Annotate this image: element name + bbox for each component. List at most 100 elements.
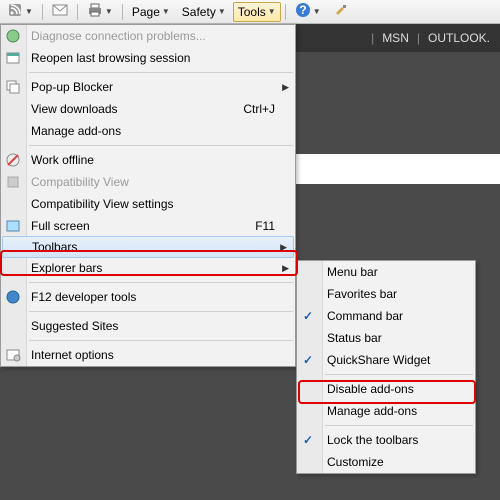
fullscreen-icon [5,218,21,234]
nav-separator: | [371,31,374,45]
submenu-arrow-icon: ▶ [282,263,289,274]
tools-label: Tools [238,5,266,19]
submenu-quickshare[interactable]: ✓ QuickShare Widget [297,349,475,371]
menu-manage-addons[interactable]: Manage add-ons [1,120,295,142]
submenu-lock-toolbars[interactable]: ✓ Lock the toolbars [297,429,475,451]
menu-label: Explorer bars [31,261,102,275]
menu-label: Reopen last browsing session [31,51,190,65]
mail-icon [52,2,68,21]
nav-link-msn[interactable]: MSN [382,31,409,45]
menu-shortcut: F11 [255,219,275,233]
rss-icon [7,2,23,21]
menu-separator [29,340,293,341]
command-bar: ▼ ▼ Page▼ Safety▼ Tools▼ ?▼ [0,0,500,24]
safety-menu-button[interactable]: Safety▼ [177,2,231,22]
options-icon [5,347,21,363]
menu-label: Favorites bar [327,287,397,301]
menu-work-offline[interactable]: Work offline [1,149,295,171]
submenu-menubar[interactable]: Menu bar [297,261,475,283]
toolbars-submenu: Menu bar Favorites bar ✓ Command bar Stat… [296,260,476,474]
offline-icon [5,152,21,168]
menu-label: Compatibility View settings [31,197,174,211]
chevron-down-icon: ▼ [25,7,33,16]
help-button[interactable]: ?▼ [290,0,326,24]
menu-label: Suggested Sites [31,319,118,333]
check-icon: ✓ [303,309,313,323]
menu-label: Compatibility View [31,175,129,189]
chevron-down-icon: ▼ [105,7,113,16]
popup-icon [5,79,21,95]
menu-label: Command bar [327,309,403,323]
submenu-arrow-icon: ▶ [282,82,289,93]
menu-label: F12 developer tools [31,290,136,304]
reopen-icon [5,50,21,66]
menu-explorer-bars[interactable]: Explorer bars ▶ [1,257,295,279]
nav-link-outlook[interactable]: OUTLOOK. [428,31,490,45]
menu-separator [29,282,293,283]
menu-fullscreen[interactable]: Full screen F11 [1,215,295,237]
separator [285,4,286,20]
safety-label: Safety [182,5,216,19]
submenu-command[interactable]: ✓ Command bar [297,305,475,327]
menu-diagnose: Diagnose connection problems... [1,25,295,47]
svg-text:?: ? [299,3,306,17]
submenu-status[interactable]: Status bar [297,327,475,349]
menu-label: Diagnose connection problems... [31,29,206,43]
submenu-manage-addons[interactable]: Manage add-ons [297,400,475,422]
menu-label: Disable add-ons [327,382,414,396]
menu-popup-blocker[interactable]: Pop-up Blocker ▶ [1,76,295,98]
chevron-down-icon: ▼ [218,7,226,16]
diagnose-icon [5,28,21,44]
submenu-disable-addons[interactable]: Disable add-ons [297,378,475,400]
menu-label: Menu bar [327,265,378,279]
menu-suggested-sites[interactable]: Suggested Sites [1,315,295,337]
menu-shortcut: Ctrl+J [243,102,275,116]
tool-button[interactable] [328,0,354,24]
menu-label: Toolbars [32,240,77,254]
menu-compat-view: Compatibility View [1,171,295,193]
menu-separator [29,72,293,73]
page-menu-button[interactable]: Page▼ [127,2,175,22]
menu-separator [29,311,293,312]
menu-toolbars[interactable]: Toolbars ▶ [2,236,294,258]
menu-reopen[interactable]: Reopen last browsing session [1,47,295,69]
menu-label: Manage add-ons [327,404,417,418]
menu-compat-settings[interactable]: Compatibility View settings [1,193,295,215]
tools-menu-button[interactable]: Tools▼ [233,2,281,22]
separator [77,4,78,20]
menu-label: Manage add-ons [31,124,121,138]
menu-separator [325,374,473,375]
submenu-customize[interactable]: Customize [297,451,475,473]
tools-menu: Diagnose connection problems... Reopen l… [0,24,296,367]
menu-label: Full screen [31,219,90,233]
chevron-down-icon: ▼ [162,7,170,16]
rss-button[interactable]: ▼ [2,0,38,24]
menu-label: Customize [327,455,384,469]
f12-icon [5,289,21,305]
mail-button[interactable] [47,0,73,24]
menu-label: Work offline [31,153,94,167]
check-icon: ✓ [303,433,313,447]
print-button[interactable]: ▼ [82,0,118,24]
menu-internet-options[interactable]: Internet options [1,344,295,366]
compat-icon [5,174,21,190]
menu-label: View downloads [31,102,118,116]
submenu-arrow-icon: ▶ [280,242,287,253]
print-icon [87,2,103,21]
wrench-icon [333,2,349,21]
menu-label: QuickShare Widget [327,353,430,367]
menu-f12-tools[interactable]: F12 developer tools [1,286,295,308]
chevron-down-icon: ▼ [268,7,276,16]
submenu-favorites[interactable]: Favorites bar [297,283,475,305]
menu-downloads[interactable]: View downloads Ctrl+J [1,98,295,120]
menu-label: Status bar [327,331,382,345]
check-icon: ✓ [303,353,313,367]
help-icon: ? [295,2,311,21]
menu-separator [29,145,293,146]
menu-label: Pop-up Blocker [31,80,113,94]
page-label: Page [132,5,160,19]
menu-label: Internet options [31,348,114,362]
menu-label: Lock the toolbars [327,433,418,447]
separator [122,4,123,20]
separator [42,4,43,20]
